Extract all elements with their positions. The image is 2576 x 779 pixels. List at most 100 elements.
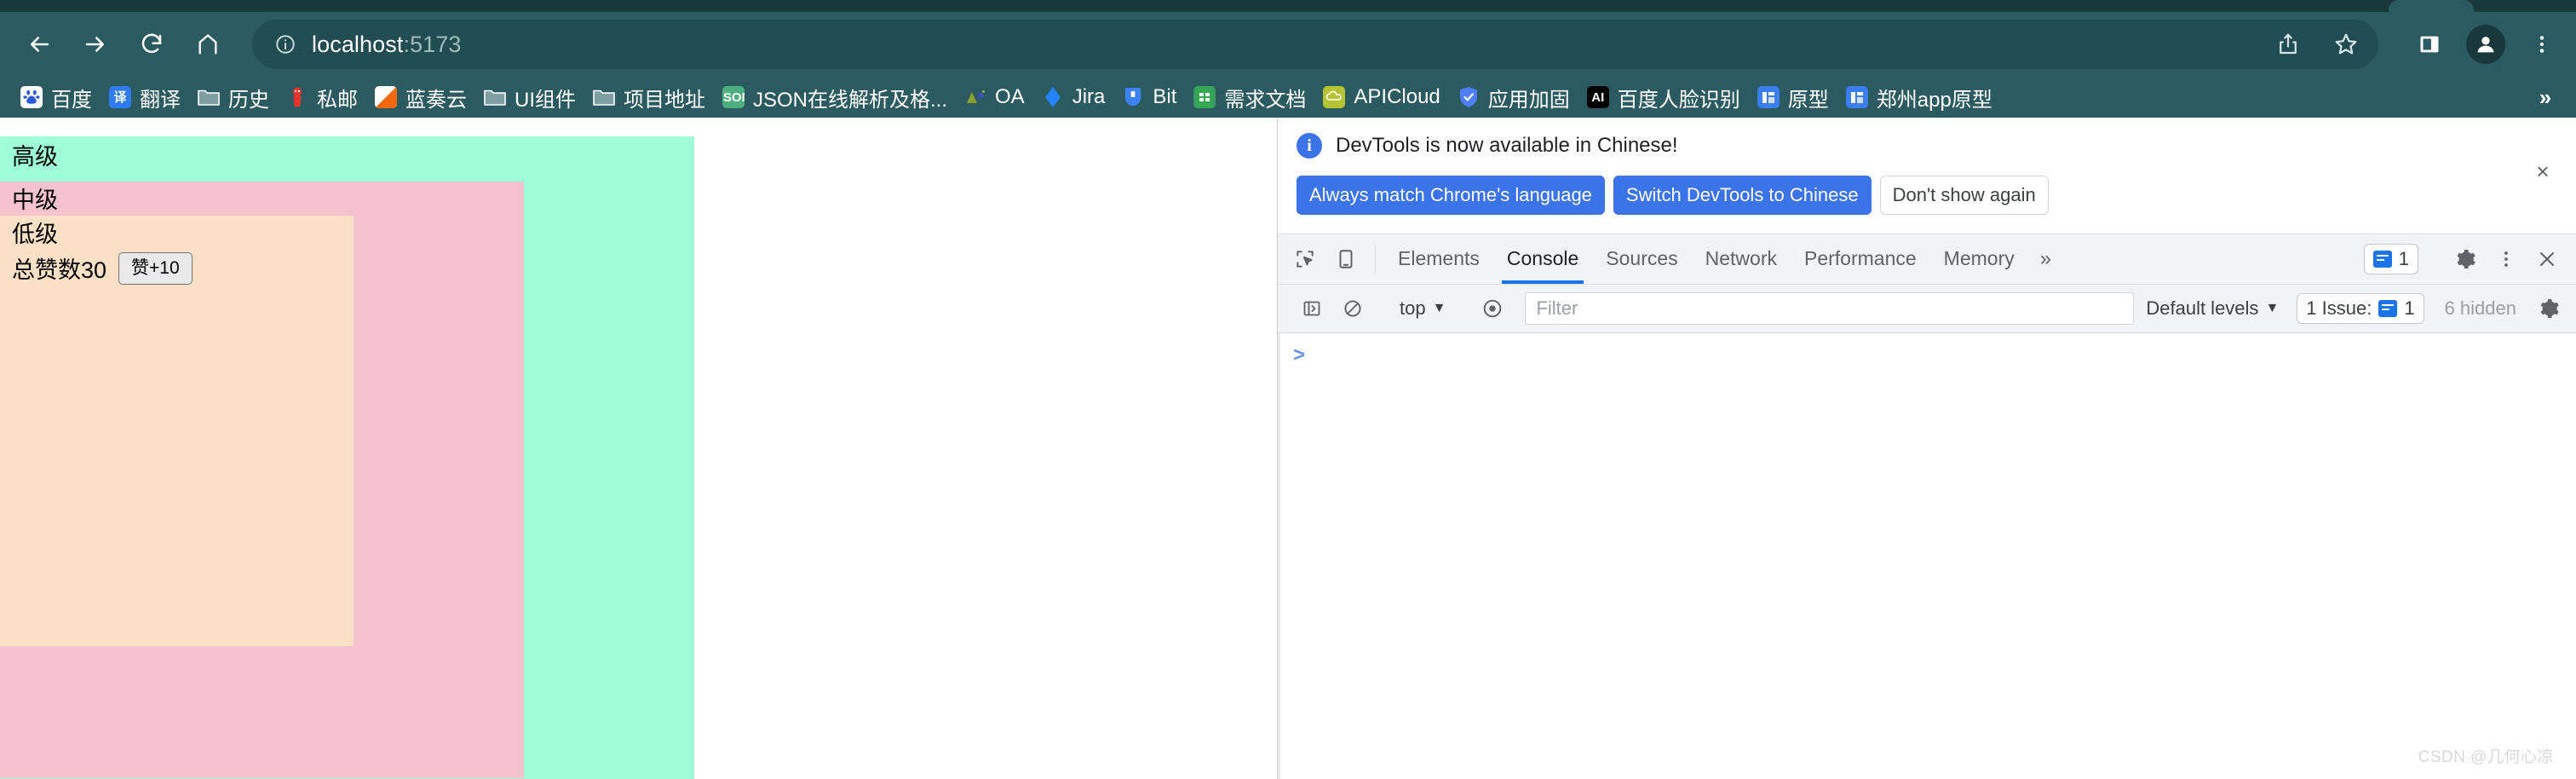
execution-context-select[interactable]: top ▼ <box>1391 297 1454 320</box>
bookmark-baidu-face-recognition[interactable]: AI 百度人脸识别 <box>1578 80 1749 114</box>
close-icon[interactable] <box>2527 249 2567 269</box>
bookmark-project-url-folder[interactable]: 项目地址 <box>584 80 714 114</box>
back-button[interactable] <box>14 19 65 70</box>
devtools-panel: i DevTools is now available in Chinese! … <box>1277 118 2576 779</box>
bookmark-json-parser[interactable]: JSON JSON在线解析及格... <box>714 80 956 114</box>
tabs-overflow-button[interactable]: » <box>2028 234 2063 284</box>
banner-message-row: i DevTools is now available in Chinese! <box>1297 133 2557 159</box>
tab-performance[interactable]: Performance <box>1791 234 1930 284</box>
tab-sources[interactable]: Sources <box>1592 234 1691 284</box>
reload-button[interactable] <box>126 19 177 70</box>
console-sidebar-icon[interactable] <box>1291 298 1332 319</box>
forward-button[interactable] <box>70 19 121 70</box>
prototype-icon <box>1757 86 1780 108</box>
bookmark-label: OA <box>995 85 1025 108</box>
bookmark-oa[interactable]: OA <box>956 80 1033 114</box>
star-icon[interactable] <box>2320 19 2372 70</box>
console-messages-area[interactable]: > CSDN @几何心凉 <box>1278 332 2576 779</box>
ai-icon: AI <box>1586 86 1609 108</box>
translate-icon: 译 <box>109 86 131 108</box>
sheets-icon <box>1193 86 1216 108</box>
bookmark-requirements-doc[interactable]: 需求文档 <box>1185 80 1314 114</box>
bookmark-history-folder[interactable]: 历史 <box>189 80 278 114</box>
device-toolbar-icon[interactable] <box>1325 234 1366 284</box>
banner-close-icon[interactable]: × <box>2530 159 2556 184</box>
folder-icon <box>593 86 615 108</box>
bookmark-jira[interactable]: Jira <box>1033 80 1114 114</box>
bookmark-app-hardening[interactable]: 应用加固 <box>1449 80 1578 114</box>
jira-icon <box>1042 86 1064 108</box>
tab-elements[interactable]: Elements <box>1384 234 1493 284</box>
avatar <box>2466 25 2505 64</box>
live-expression-icon[interactable] <box>1472 297 1513 320</box>
gear-icon[interactable] <box>2445 248 2486 270</box>
bookmarks-overflow-button[interactable]: » <box>2530 82 2561 113</box>
bookmark-baidu[interactable]: 百度 <box>12 80 101 114</box>
side-panel-icon[interactable] <box>2404 19 2455 70</box>
execution-context-value: top <box>1400 297 1426 319</box>
site-info-icon[interactable] <box>274 33 296 55</box>
tab-label: Sources <box>1606 247 1678 269</box>
devtools-language-banner: i DevTools is now available in Chinese! … <box>1278 118 2576 234</box>
browser-toolbar: localhost:5173 <box>0 12 2576 77</box>
like-button[interactable]: 赞+10 <box>118 252 193 285</box>
tab-network[interactable]: Network <box>1692 234 1791 284</box>
total-likes-label: 总赞数30 <box>12 257 107 284</box>
three-dot-menu-icon[interactable] <box>2516 19 2567 70</box>
issues-counter-chip[interactable]: 1 <box>2363 243 2418 274</box>
tab-memory[interactable]: Memory <box>1930 234 2028 284</box>
watermark: CSDN @几何心凉 <box>2418 748 2554 766</box>
share-icon[interactable] <box>2263 19 2314 70</box>
apicloud-icon <box>1323 86 1346 108</box>
bookmark-zhengzhou-app-prototype[interactable]: 郑州app原型 <box>1837 80 2001 114</box>
prototype-icon <box>1845 86 1868 108</box>
console-filter-input[interactable]: Filter <box>1525 291 2135 325</box>
baidu-icon <box>20 86 43 108</box>
console-prompt-caret: > <box>1293 343 1306 366</box>
tab-console[interactable]: Console <box>1493 234 1592 284</box>
console-toolbar: top ▼ Filter Default levels ▼ 1 Issue: 1… <box>1278 284 2576 333</box>
console-prompt-row[interactable]: > <box>1278 333 2576 366</box>
always-match-chrome-language-button[interactable]: Always match Chrome's language <box>1297 176 1605 215</box>
lanzou-icon <box>375 86 397 108</box>
json-icon: JSON <box>722 86 745 108</box>
home-button[interactable] <box>182 19 233 70</box>
active-tab[interactable] <box>2389 0 2474 12</box>
bookmark-prototype[interactable]: 原型 <box>1749 80 1837 114</box>
bookmark-label: Bit <box>1153 85 1177 108</box>
log-levels-value: Default levels <box>2146 297 2259 319</box>
log-levels-select[interactable]: Default levels ▼ <box>2146 297 2279 320</box>
chevron-down-icon: ▼ <box>1432 300 1446 315</box>
gear-icon[interactable] <box>2528 297 2569 320</box>
bookmark-label: 郑州app原型 <box>1876 88 1992 112</box>
bookmark-bit[interactable]: Bit <box>1113 80 1185 114</box>
clear-console-icon[interactable] <box>1332 298 1373 319</box>
switch-devtools-to-chinese-button[interactable]: Switch DevTools to Chinese <box>1613 176 1872 215</box>
three-dot-menu-icon[interactable] <box>2486 249 2527 269</box>
bookmark-ui-components-folder[interactable]: UI组件 <box>475 80 584 114</box>
banner-message: DevTools is now available in Chinese! <box>1336 134 1678 157</box>
info-icon: i <box>1297 133 1322 159</box>
inspect-element-icon[interactable] <box>1285 234 1325 284</box>
tab-label: Elements <box>1398 247 1480 269</box>
address-bar[interactable]: localhost:5173 <box>252 20 2378 69</box>
console-issues-chip[interactable]: 1 Issue: 1 <box>2297 292 2424 324</box>
bookmark-lanzou[interactable]: 蓝奏云 <box>366 80 475 114</box>
bookmark-label: 私邮 <box>317 88 358 112</box>
tab-label: Network <box>1705 247 1777 269</box>
bookmark-translate[interactable]: 译 翻译 <box>101 80 189 114</box>
console-left-rail <box>1278 332 1280 779</box>
bookmark-apicloud[interactable]: APICloud <box>1314 80 1448 114</box>
bookmark-label: 需求文档 <box>1224 88 1307 112</box>
chevron-down-icon: ▼ <box>2265 300 2280 315</box>
tab-label: Console <box>1506 247 1579 269</box>
bookmark-simail[interactable]: 私邮 <box>278 80 366 114</box>
bookmark-label: 百度人脸识别 <box>1617 88 1740 112</box>
dont-show-again-button[interactable]: Don't show again <box>1879 176 2049 215</box>
issues-label: 1 Issue: <box>2306 297 2372 319</box>
address-bar-url: localhost:5173 <box>312 32 462 58</box>
level-mid-box: 中级 低级 总赞数30 赞+10 <box>0 182 524 778</box>
like-row: 总赞数30 赞+10 <box>12 251 354 285</box>
bookmark-label: 翻译 <box>140 88 181 112</box>
profile-avatar[interactable] <box>2460 19 2511 70</box>
